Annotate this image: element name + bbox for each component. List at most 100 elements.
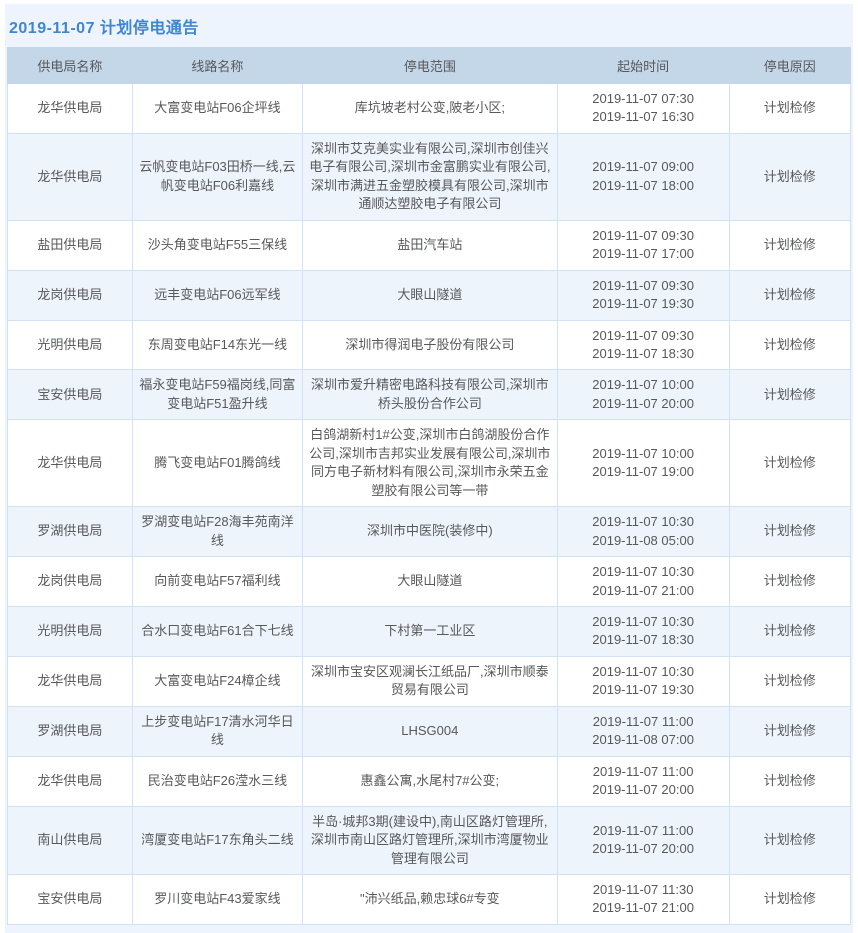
start-time: 2019-11-07 10:30 — [563, 613, 724, 631]
reason-cell: 计划检修 — [729, 420, 850, 507]
start-time: 2019-11-07 09:30 — [563, 277, 724, 295]
scope-cell: 白鸽湖新村1#公变,深圳市白鸽湖股份合作公司,深圳市吉邦实业发展有限公司,深圳市… — [303, 420, 558, 507]
reason-cell: 计划检修 — [729, 706, 850, 756]
time-cell: 2019-11-07 09:00 2019-11-07 18:00 — [557, 133, 729, 220]
end-time: 2019-11-07 18:30 — [563, 345, 724, 363]
line-cell: 民治变电站F26滢水三线 — [132, 756, 302, 806]
reason-cell: 计划检修 — [729, 507, 850, 557]
time-cell: 2019-11-07 10:00 2019-11-07 20:00 — [557, 370, 729, 420]
start-time: 2019-11-07 11:00 — [563, 763, 724, 781]
bureau-cell: 光明供电局 — [8, 320, 133, 370]
line-cell: 腾飞变电站F01腾鸽线 — [132, 420, 302, 507]
table-row: 宝安供电局 罗川变电站F43爱家线 "沛兴纸品,赖忠球6#专变 2019-11-… — [8, 874, 851, 924]
table-row: 龙岗供电局 远丰变电站F06远军线 大眼山隧道 2019-11-07 09:30… — [8, 270, 851, 320]
outage-table: 供电局名称 线路名称 停电范围 起始时间 停电原因 龙华供电局 大富变电站F06… — [7, 47, 851, 925]
scope-cell: 大眼山隧道 — [303, 270, 558, 320]
time-cell: 2019-11-07 11:30 2019-11-07 21:00 — [557, 874, 729, 924]
table-body: 龙华供电局 大富变电站F06企坪线 库坑坡老村公变,陂老小区; 2019-11-… — [8, 84, 851, 925]
table-row: 龙华供电局 腾飞变电站F01腾鸽线 白鸽湖新村1#公变,深圳市白鸽湖股份合作公司… — [8, 420, 851, 507]
start-time: 2019-11-07 09:00 — [563, 158, 724, 176]
line-cell: 合水口变电站F61合下七线 — [132, 606, 302, 656]
scope-cell: 深圳市宝安区观澜长江纸品厂,深圳市顺泰贸易有限公司 — [303, 656, 558, 706]
scope-cell: 深圳市爱升精密电路科技有限公司,深圳市桥头股份合作公司 — [303, 370, 558, 420]
end-time: 2019-11-07 20:00 — [563, 395, 724, 413]
bureau-cell: 宝安供电局 — [8, 874, 133, 924]
time-cell: 2019-11-07 11:00 2019-11-08 07:00 — [557, 706, 729, 756]
bureau-cell: 龙华供电局 — [8, 133, 133, 220]
time-cell: 2019-11-07 10:30 2019-11-08 05:00 — [557, 507, 729, 557]
start-time: 2019-11-07 09:30 — [563, 327, 724, 345]
line-cell: 罗川变电站F43爱家线 — [132, 874, 302, 924]
table-header: 供电局名称 线路名称 停电范围 起始时间 停电原因 — [8, 48, 851, 84]
bureau-cell: 龙岗供电局 — [8, 557, 133, 607]
table-row: 龙华供电局 云帆变电站F03田桥一线,云帆变电站F06利嘉线 深圳市艾克美实业有… — [8, 133, 851, 220]
end-time: 2019-11-08 07:00 — [563, 731, 724, 749]
line-cell: 福永变电站F59福岗线,同富变电站F51盈升线 — [132, 370, 302, 420]
scope-cell: 半岛·城邦3期(建设中),南山区路灯管理所,深圳市南山区路灯管理所,深圳市湾厦物… — [303, 806, 558, 874]
line-cell: 大富变电站F24樟企线 — [132, 656, 302, 706]
scope-cell: "沛兴纸品,赖忠球6#专变 — [303, 874, 558, 924]
scope-cell: 惠鑫公寓,水尾村7#公变; — [303, 756, 558, 806]
reason-cell: 计划检修 — [729, 656, 850, 706]
line-cell: 上步变电站F17清水河华日线 — [132, 706, 302, 756]
column-header-scope: 停电范围 — [303, 48, 558, 84]
end-time: 2019-11-07 19:00 — [563, 463, 724, 481]
start-time: 2019-11-07 10:30 — [563, 663, 724, 681]
reason-cell: 计划检修 — [729, 220, 850, 270]
column-header-reason: 停电原因 — [729, 48, 850, 84]
start-time: 2019-11-07 09:30 — [563, 227, 724, 245]
scope-cell: LHSG004 — [303, 706, 558, 756]
bureau-cell: 龙华供电局 — [8, 756, 133, 806]
end-time: 2019-11-07 20:00 — [563, 840, 724, 858]
line-cell: 沙头角变电站F55三保线 — [132, 220, 302, 270]
scope-cell: 库坑坡老村公变,陂老小区; — [303, 84, 558, 134]
scope-cell: 深圳市艾克美实业有限公司,深圳市创佳兴电子有限公司,深圳市金富鹏实业有限公司,深… — [303, 133, 558, 220]
time-cell: 2019-11-07 11:00 2019-11-07 20:00 — [557, 806, 729, 874]
end-time: 2019-11-07 21:00 — [563, 582, 724, 600]
reason-cell: 计划检修 — [729, 557, 850, 607]
reason-cell: 计划检修 — [729, 133, 850, 220]
bureau-cell: 罗湖供电局 — [8, 706, 133, 756]
notice-page: 2019-11-07 计划停电通告 供电局名称 线路名称 停电范围 起始时间 停… — [5, 4, 853, 933]
reason-cell: 计划检修 — [729, 756, 850, 806]
table-row: 盐田供电局 沙头角变电站F55三保线 盐田汽车站 2019-11-07 09:3… — [8, 220, 851, 270]
bureau-cell: 龙华供电局 — [8, 656, 133, 706]
table-row: 光明供电局 东周变电站F14东光一线 深圳市得润电子股份有限公司 2019-11… — [8, 320, 851, 370]
table-row: 龙华供电局 民治变电站F26滢水三线 惠鑫公寓,水尾村7#公变; 2019-11… — [8, 756, 851, 806]
scope-cell: 大眼山隧道 — [303, 557, 558, 607]
time-cell: 2019-11-07 09:30 2019-11-07 19:30 — [557, 270, 729, 320]
table-row: 龙华供电局 大富变电站F24樟企线 深圳市宝安区观澜长江纸品厂,深圳市顺泰贸易有… — [8, 656, 851, 706]
scope-cell: 盐田汽车站 — [303, 220, 558, 270]
time-cell: 2019-11-07 07:30 2019-11-07 16:30 — [557, 84, 729, 134]
table-row: 南山供电局 湾厦变电站F17东角头二线 半岛·城邦3期(建设中),南山区路灯管理… — [8, 806, 851, 874]
end-time: 2019-11-07 21:00 — [563, 899, 724, 917]
column-header-start-time: 起始时间 — [557, 48, 729, 84]
bureau-cell: 南山供电局 — [8, 806, 133, 874]
line-cell: 向前变电站F57福利线 — [132, 557, 302, 607]
time-cell: 2019-11-07 10:00 2019-11-07 19:00 — [557, 420, 729, 507]
end-time: 2019-11-07 18:30 — [563, 631, 724, 649]
line-cell: 云帆变电站F03田桥一线,云帆变电站F06利嘉线 — [132, 133, 302, 220]
line-cell: 湾厦变电站F17东角头二线 — [132, 806, 302, 874]
reason-cell: 计划检修 — [729, 606, 850, 656]
end-time: 2019-11-07 17:00 — [563, 245, 724, 263]
bureau-cell: 盐田供电局 — [8, 220, 133, 270]
end-time: 2019-11-07 18:00 — [563, 177, 724, 195]
start-time: 2019-11-07 10:30 — [563, 563, 724, 581]
reason-cell: 计划检修 — [729, 270, 850, 320]
time-cell: 2019-11-07 09:30 2019-11-07 18:30 — [557, 320, 729, 370]
bureau-cell: 龙华供电局 — [8, 420, 133, 507]
table-row: 龙岗供电局 向前变电站F57福利线 大眼山隧道 2019-11-07 10:30… — [8, 557, 851, 607]
start-time: 2019-11-07 07:30 — [563, 90, 724, 108]
start-time: 2019-11-07 10:00 — [563, 445, 724, 463]
page-title: 2019-11-07 计划停电通告 — [5, 4, 853, 47]
time-cell: 2019-11-07 11:00 2019-11-07 20:00 — [557, 756, 729, 806]
reason-cell: 计划检修 — [729, 370, 850, 420]
time-cell: 2019-11-07 10:30 2019-11-07 18:30 — [557, 606, 729, 656]
end-time: 2019-11-07 20:00 — [563, 781, 724, 799]
bureau-cell: 龙华供电局 — [8, 84, 133, 134]
start-time: 2019-11-07 11:30 — [563, 881, 724, 899]
end-time: 2019-11-07 19:30 — [563, 681, 724, 699]
line-cell: 罗湖变电站F28海丰苑南洋线 — [132, 507, 302, 557]
table-row: 宝安供电局 福永变电站F59福岗线,同富变电站F51盈升线 深圳市爱升精密电路科… — [8, 370, 851, 420]
